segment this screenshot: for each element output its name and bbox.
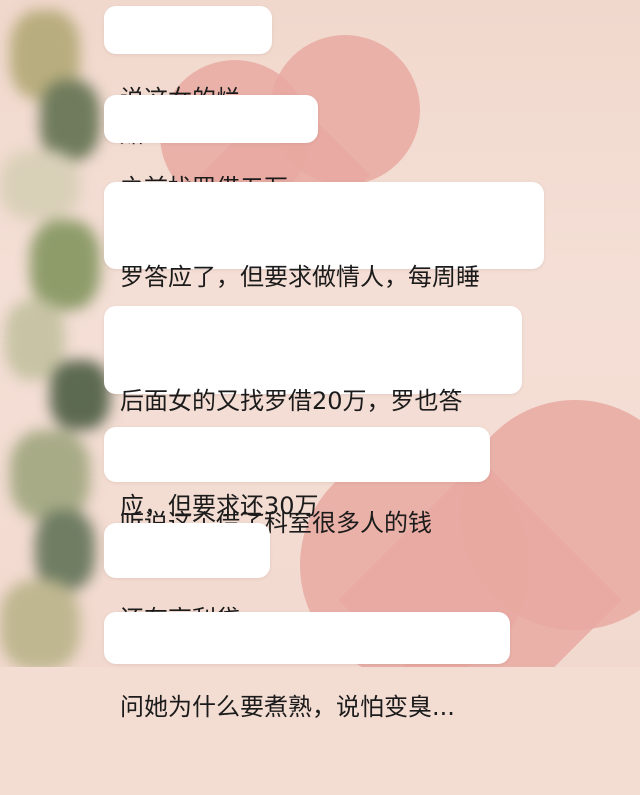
- message-bubble[interactable]: 说这女的烂赌: [104, 6, 272, 148]
- message-text: 问她为什么要煮熟，说怕变臭...: [120, 693, 455, 721]
- message-bubble[interactable]: 之前找罗借五万: [104, 95, 318, 202]
- message-bubble[interactable]: 后面女的又找罗借20万，罗也答 应，但要求还30万: [104, 306, 522, 520]
- message-bubble[interactable]: 罗答应了，但要求做情人，每周睡 三回: [104, 182, 544, 396]
- message-text: 罗答应了，但要求做情人，每周睡: [120, 263, 480, 291]
- message-bubble[interactable]: 听说这个借了科室很多人的钱: [104, 427, 490, 537]
- message-text: 后面女的又找罗借20万，罗也答: [120, 387, 463, 415]
- message-bubble[interactable]: 问她为什么要煮熟，说怕变臭...: [104, 612, 510, 721]
- message-bubble[interactable]: 还有高利贷: [104, 523, 270, 633]
- blurred-avatar-strip: [0, 0, 120, 667]
